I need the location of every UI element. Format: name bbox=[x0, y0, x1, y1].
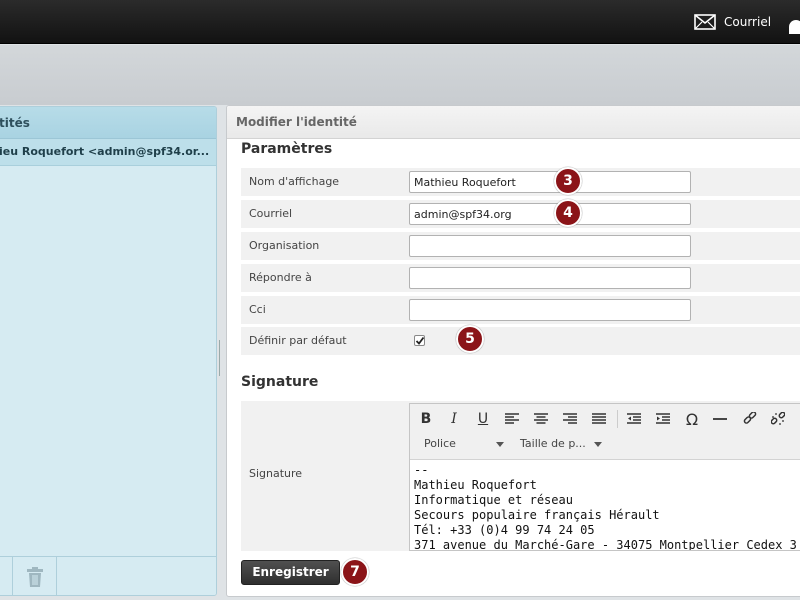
display-name-input[interactable] bbox=[409, 171, 691, 193]
reply-to-row: Répondre à bbox=[241, 264, 800, 292]
edit-identity-title: Modifier l'identité bbox=[227, 106, 800, 139]
panel-splitter[interactable] bbox=[219, 340, 224, 376]
font-size-select[interactable]: Taille de p... bbox=[520, 434, 602, 454]
default-checkbox[interactable] bbox=[414, 335, 425, 346]
callout-badge: 5 bbox=[456, 325, 484, 353]
callout-badge: 4 bbox=[554, 199, 582, 227]
outdent-icon[interactable] bbox=[622, 408, 646, 430]
omega-icon[interactable]: Ω bbox=[680, 408, 704, 430]
bold-icon[interactable]: B bbox=[414, 408, 438, 430]
bcc-row: Cci bbox=[241, 296, 800, 324]
chevron-down-icon bbox=[593, 441, 602, 447]
delete-identity-button[interactable] bbox=[13, 557, 57, 595]
link-icon[interactable] bbox=[738, 408, 762, 430]
identities-title: tités bbox=[0, 107, 216, 139]
signature-editor-body[interactable]: -- Mathieu Roquefort Informatique et rés… bbox=[410, 460, 800, 550]
email-input[interactable] bbox=[409, 203, 691, 225]
indent-icon[interactable] bbox=[651, 408, 675, 430]
save-button[interactable]: Enregistrer bbox=[241, 560, 340, 585]
font-size-label: Taille de p... bbox=[520, 437, 586, 450]
top-bar: Courriel bbox=[0, 0, 800, 44]
display-name-label: Nom d'affichage bbox=[249, 175, 340, 188]
edit-identity-panel: Modifier l'identité Paramètres Nom d'aff… bbox=[226, 105, 800, 597]
user-icon[interactable] bbox=[789, 20, 800, 34]
mail-link[interactable]: Courriel bbox=[694, 12, 771, 32]
font-family-select[interactable]: Police bbox=[424, 434, 504, 454]
default-label: Définir par défaut bbox=[249, 334, 347, 347]
identities-footer bbox=[0, 556, 216, 595]
signature-label: Signature bbox=[249, 467, 303, 480]
identities-panel: tités ieu Roquefort <admin@spf34.or... bbox=[0, 106, 217, 596]
signature-row: Signature B I U Ω Police Taille de p... … bbox=[241, 401, 800, 551]
trash-icon bbox=[26, 567, 43, 587]
bcc-label: Cci bbox=[249, 303, 266, 316]
organisation-row: Organisation bbox=[241, 232, 800, 260]
bcc-input[interactable] bbox=[409, 299, 691, 321]
envelope-icon bbox=[694, 14, 716, 30]
reply-to-input[interactable] bbox=[409, 267, 691, 289]
align-left-icon[interactable] bbox=[500, 408, 524, 430]
organisation-input[interactable] bbox=[409, 235, 691, 257]
email-label: Courriel bbox=[249, 207, 293, 220]
callout-badge: 7 bbox=[341, 558, 369, 586]
checkmark-icon bbox=[415, 336, 425, 345]
italic-icon[interactable]: I bbox=[442, 408, 466, 430]
chevron-down-icon bbox=[495, 441, 504, 447]
toolbar-area bbox=[0, 45, 800, 105]
organisation-label: Organisation bbox=[249, 239, 320, 252]
align-right-icon[interactable] bbox=[558, 408, 582, 430]
align-justify-icon[interactable] bbox=[587, 408, 611, 430]
settings-title: Paramètres bbox=[241, 141, 333, 157]
callout-badge: 3 bbox=[554, 167, 582, 195]
reply-to-label: Répondre à bbox=[249, 271, 312, 284]
underline-icon[interactable]: U bbox=[471, 408, 495, 430]
display-name-row: Nom d'affichage bbox=[241, 168, 800, 196]
identity-list-item[interactable]: ieu Roquefort <admin@spf34.or... bbox=[0, 139, 216, 166]
footer-cell bbox=[0, 557, 13, 595]
mail-link-label: Courriel bbox=[724, 15, 772, 29]
signature-editor: B I U Ω Police Taille de p... -- Mathieu… bbox=[409, 403, 800, 551]
horizontal-rule-icon[interactable] bbox=[708, 408, 732, 430]
align-center-icon[interactable] bbox=[529, 408, 553, 430]
font-family-label: Police bbox=[424, 437, 456, 450]
editor-toolbar: B I U Ω Police Taille de p... bbox=[410, 404, 800, 460]
email-row: Courriel bbox=[241, 200, 800, 228]
signature-title: Signature bbox=[241, 374, 319, 390]
unlink-icon[interactable] bbox=[766, 408, 790, 430]
default-row: Définir par défaut bbox=[241, 327, 800, 355]
